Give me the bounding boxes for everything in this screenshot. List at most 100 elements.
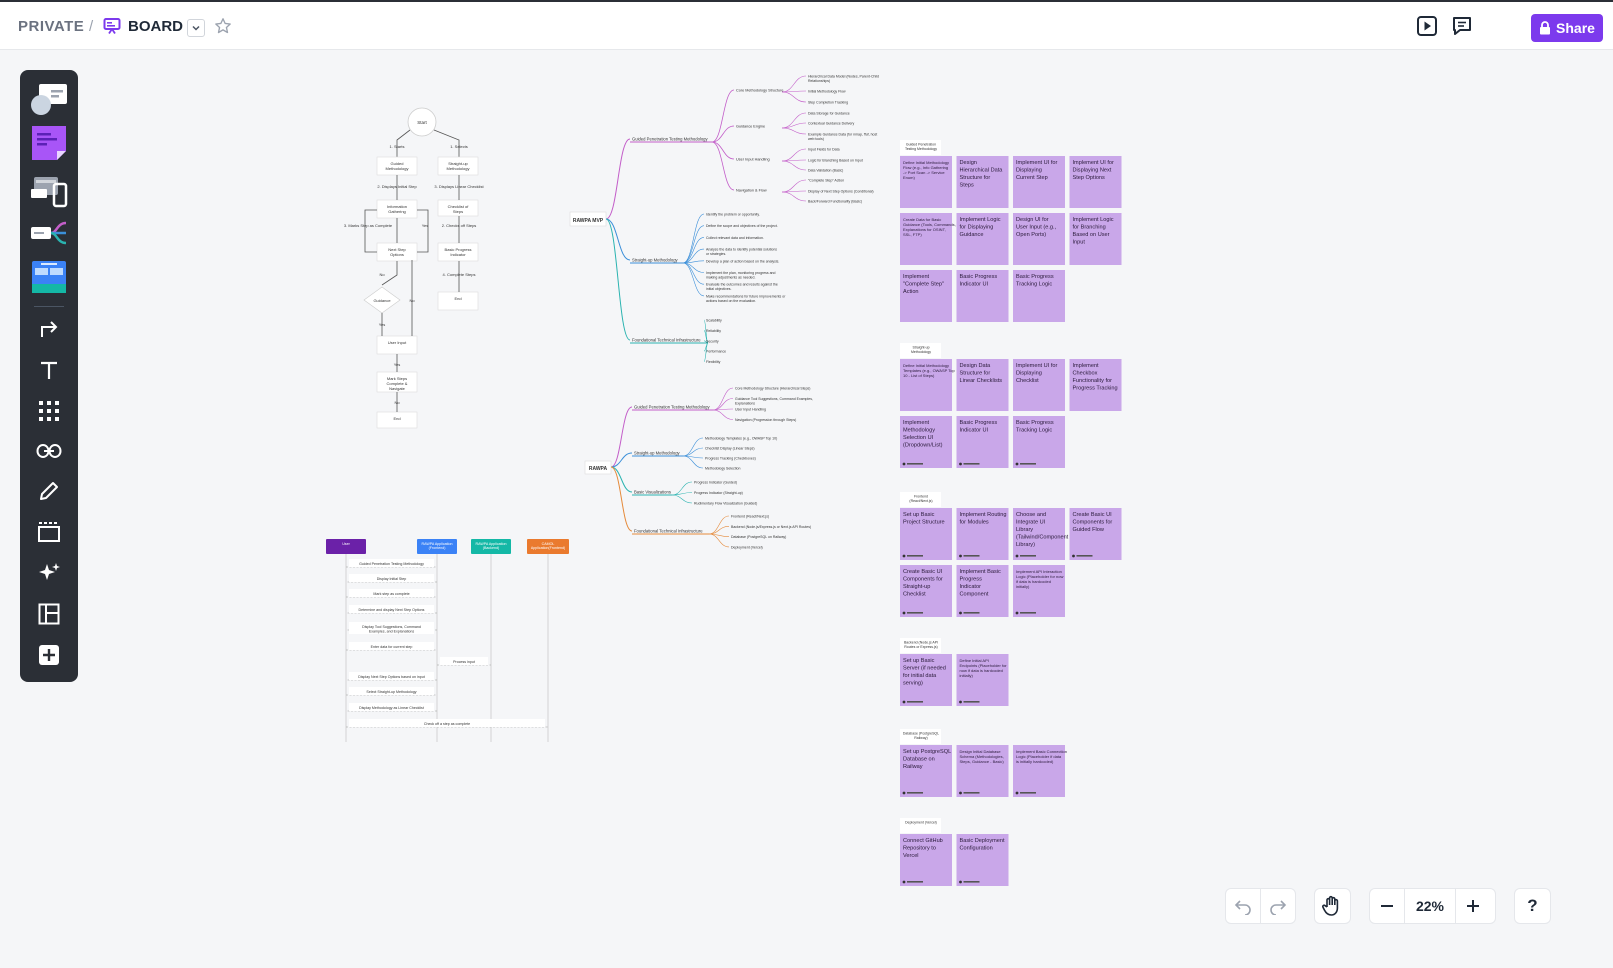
pen-tool[interactable]: [28, 470, 70, 512]
add-tool[interactable]: [28, 634, 70, 676]
sticky-note[interactable]: Basic Progress Indicator UI: [956, 270, 1009, 322]
layout-tool[interactable]: [28, 593, 70, 635]
sticky-note[interactable]: Implement Logic for Branching Based on Use…: [1069, 213, 1122, 265]
breadcrumb-private[interactable]: PRIVATE: [18, 2, 84, 50]
sticky-note[interactable]: Create Basic UI Components for Straight-up…: [900, 565, 952, 617]
sticky-section[interactable]: Guided Penetration Testing Methodology Def…: [900, 140, 1122, 322]
mindmap-branch-line: [781, 75, 807, 93]
help-group: ?: [1514, 888, 1551, 924]
sticky-note[interactable]: Implement Logic for Displaying Guidance: [956, 213, 1009, 265]
sticky-note[interactable]: Implement UI for Displaying Checklist: [1013, 359, 1065, 411]
help-button[interactable]: ?: [1516, 889, 1550, 923]
author-line: [963, 881, 980, 883]
text-tool[interactable]: [28, 349, 70, 391]
sticky-section[interactable]: Backend (Node.js API Routes or Express.js…: [900, 638, 1009, 706]
sequence-message-label: Select Straight-up Methodology: [366, 690, 416, 694]
board-menu-dropdown[interactable]: [187, 19, 205, 37]
sticky-note[interactable]: Define Initial API Endpoints (Placeholder…: [956, 654, 1009, 706]
wrapped-text-lines: Backend (Node.js API Routes or Express.js…: [904, 641, 938, 649]
sticky-note[interactable]: Implement "Complete Step" Action: [900, 270, 952, 322]
mindmap-leaf-label: Security: [706, 339, 719, 343]
sticky-note[interactable]: Set up Basic Project Structure: [900, 508, 952, 560]
sticky-note[interactable]: Choose and Integrate UI Library (Tailwind/C…: [1013, 508, 1069, 560]
sticky-note[interactable]: Design Data Structure for Linear Checklist…: [956, 359, 1009, 411]
sticky-note[interactable]: Create Basic UI Components for Guided Flow: [1069, 508, 1122, 560]
favorite-star-icon[interactable]: [214, 2, 232, 50]
ai-tool[interactable]: [28, 552, 70, 594]
sticky-notes-area[interactable]: Guided Penetration Testing Methodology Def…: [900, 140, 1122, 886]
canvas-drawing[interactable]: Start1. Starts 1. SelectsGuided Methodolog…: [0, 51, 1613, 968]
connector-tool[interactable]: [28, 308, 70, 350]
template-tool[interactable]: [28, 256, 70, 298]
mindmap-branch-line: [781, 160, 807, 171]
devices-tool[interactable]: [28, 170, 70, 212]
sticky-note[interactable]: Basic Progress Tracking Logic: [1013, 416, 1065, 468]
flow-node-label: Guidance: [373, 298, 391, 303]
ai-sparkle-icon: [39, 563, 60, 580]
grid-tool[interactable]: [28, 390, 70, 432]
frame-tool[interactable]: [28, 511, 70, 553]
sticky-note[interactable]: Implement Methodology Selection UI (Dropdow…: [900, 416, 952, 468]
comments-button[interactable]: [1450, 14, 1474, 38]
mindmap-leaf-label: Example Guidance Data (for nmap, ffuf, h…: [808, 133, 877, 142]
zoom-out-button[interactable]: [1370, 889, 1404, 923]
avatar-dot: [959, 462, 962, 466]
sticky-note[interactable]: Implement Basic Connection Logic (Placeho…: [1013, 745, 1067, 797]
shapes-tool[interactable]: [28, 78, 70, 120]
wrapped-text-lines: Progress Indicator (Straight-up): [694, 491, 743, 495]
sticky-section[interactable]: Frontend (React/Next.js)Set up Basic Proje…: [900, 492, 1122, 617]
sticky-note-tool[interactable]: [28, 122, 70, 164]
sticky-note[interactable]: Implement Basic Progress Indicator Componen…: [956, 565, 1009, 617]
undo-button[interactable]: [1226, 889, 1260, 923]
redo-button[interactable]: [1260, 889, 1294, 923]
mindmap-branch-line: [682, 225, 705, 264]
sticky-note[interactable]: Define Initial Methodology Flow (e.g., In…: [900, 156, 952, 208]
sticky-section[interactable]: Deployment (Vercel) Connect GitHub Reposit…: [900, 818, 1009, 886]
mindmap-rawpa-mvp[interactable]: RAWPA MVP Guided Penetration Testing Meth…: [569, 75, 879, 365]
flowchart[interactable]: Start1. Starts 1. SelectsGuided Methodolog…: [344, 107, 485, 429]
flow-node[interactable]: [376, 335, 418, 355]
sticky-note[interactable]: Define Initial Methodology Templates (e.g…: [900, 359, 956, 411]
sticky-note[interactable]: Set up Basic Server (if needed for initial…: [900, 654, 952, 706]
flow-node-label: Next Step Options: [388, 247, 406, 257]
sticky-note[interactable]: Create Data for Basic Guidance (Tools, Co…: [900, 213, 956, 265]
flow-node[interactable]: [437, 291, 479, 311]
author-line: [1020, 792, 1036, 794]
sticky-note[interactable]: Implement API Interaction Logic (Placehol…: [1013, 565, 1065, 617]
mindmap-branch-line: [682, 437, 704, 457]
sticky-note[interactable]: Design Hierarchical Data Structure for Step…: [956, 156, 1009, 208]
sticky-section[interactable]: Straight-up Methodology Define Initial Met…: [900, 343, 1122, 468]
sticky-note[interactable]: Set up PostgreSQL Database on Railway: [900, 745, 952, 797]
mindmap-branch-line: [781, 127, 807, 135]
sticky-note[interactable]: Basic Deployment Configuration: [956, 834, 1009, 886]
sticky-note[interactable]: Connect GitHub Repository to Vercel: [900, 834, 952, 886]
mindmap-icon: [31, 221, 67, 245]
sticky-note[interactable]: Design UI for User Input (e.g., Open Ports…: [1013, 213, 1065, 265]
sticky-section[interactable]: Database (PostgreSQL Railway)Set up Postg…: [900, 729, 1067, 797]
sticky-note[interactable]: Basic Progress Indicator UI: [956, 416, 1009, 468]
author-line: [1020, 555, 1036, 557]
share-button[interactable]: Share: [1531, 14, 1603, 42]
zoom-level[interactable]: 22%: [1404, 889, 1456, 923]
wrapped-text-lines: Initial Methodology Flow: [808, 90, 846, 94]
zoom-in-button[interactable]: [1456, 889, 1490, 923]
present-button[interactable]: [1415, 14, 1439, 38]
mindmap-leaf-label: Contextual Guidance Delivery: [808, 122, 855, 126]
mindmap-leaf-label: Evaluate the outcomes and results agains…: [706, 283, 778, 292]
mindmap-rawpa[interactable]: RAWPA Guided Penetration Testing Methodol…: [584, 387, 813, 550]
sticky-note[interactable]: Implement UI for Displaying Next Step Opti…: [1069, 156, 1122, 208]
hand-pan-button[interactable]: [1315, 889, 1349, 923]
board-canvas[interactable]: Start 1. Starts 1. Selects Guided Methodolog…: [0, 51, 1613, 968]
sequence-diagram[interactable]: User RAWPA Application (Frontend)RAWPA App…: [326, 539, 569, 742]
sticky-note[interactable]: Implement Checkbox Functionality for Progre…: [1069, 359, 1122, 411]
connector-arrow-icon: [41, 321, 58, 337]
mindmap-tool[interactable]: [28, 212, 70, 254]
sticky-note[interactable]: Design Initial Database Schema (Methodolo…: [956, 745, 1009, 797]
sticky-note[interactable]: Implement UI for Displaying Current Step: [1013, 156, 1065, 208]
sticky-note[interactable]: Basic Progress Tracking Logic: [1013, 270, 1065, 322]
sequence-actor-label: User: [342, 542, 350, 546]
board-title[interactable]: BOARD: [128, 2, 183, 50]
sticky-section-title: Deployment (Vercel): [905, 821, 937, 825]
sticky-note[interactable]: Implement Routing for Modules: [956, 508, 1009, 560]
link-tool[interactable]: [28, 430, 70, 472]
